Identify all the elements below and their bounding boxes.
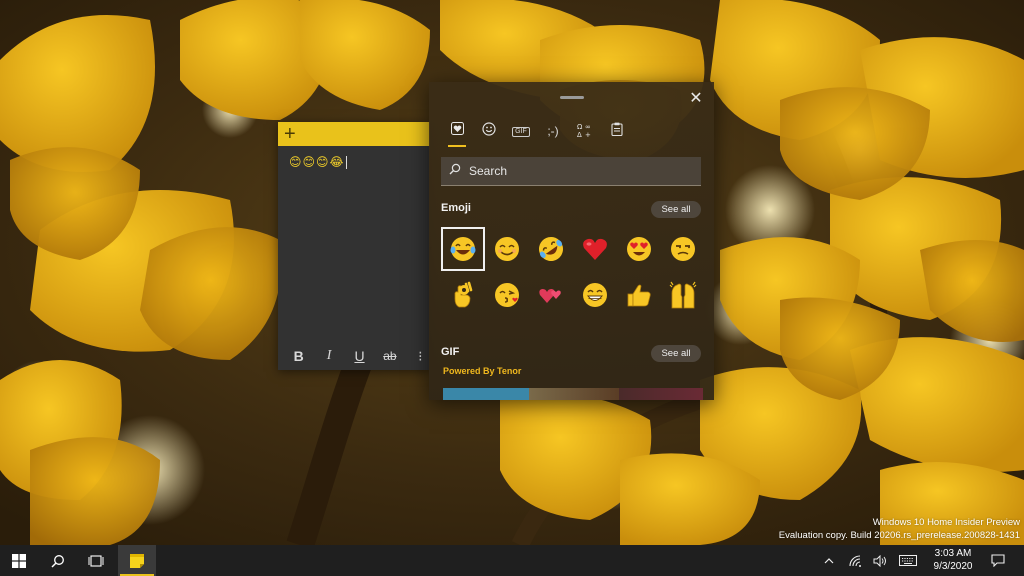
speaker-icon xyxy=(873,554,886,567)
smiley-icon xyxy=(482,122,496,136)
powered-by-tenor-link[interactable]: Powered By Tenor xyxy=(443,366,521,376)
rolling-laughing-emoji[interactable] xyxy=(529,227,573,271)
windows-logo-icon xyxy=(12,553,26,568)
bold-button[interactable]: B xyxy=(289,348,308,364)
keyboard-icon xyxy=(899,555,917,566)
tab-recent[interactable] xyxy=(441,122,473,147)
thumbs-up-emoji-icon xyxy=(627,284,651,307)
tears-of-joy-emoji-icon xyxy=(450,237,476,261)
clock-time: 3:03 AM xyxy=(934,548,972,559)
emoji-panel: ✕ GIF ;-) Ω ∞ Δ + Search Emoji See all G… xyxy=(429,82,714,400)
tab-kaomoji[interactable]: ;-) xyxy=(537,122,569,142)
start-button[interactable] xyxy=(0,545,38,576)
gif-section-title: GIF xyxy=(441,346,460,358)
emoji-search-input[interactable] xyxy=(467,161,691,181)
symbols-icon: Ω ∞ Δ + xyxy=(577,123,591,139)
sticky-note-editor[interactable]: 😊😊😊😂 xyxy=(278,146,430,178)
gif-thumbnail[interactable] xyxy=(443,388,529,400)
thumbs-up-emoji[interactable] xyxy=(617,273,661,317)
sticky-note-window: + 😊😊😊😂 B I U ab ⁝ xyxy=(278,122,430,370)
red-heart-emoji-icon xyxy=(583,238,607,260)
sticky-note-title-bar[interactable]: + xyxy=(278,122,430,146)
two-hearts-emoji-icon xyxy=(539,288,561,303)
heart-eyes-emoji-icon xyxy=(627,237,651,261)
tab-symbols[interactable]: Ω ∞ Δ + xyxy=(569,122,601,142)
rolling-laughing-emoji-icon xyxy=(539,237,563,261)
clock-button[interactable]: 3:03 AM 9/3/2020 xyxy=(922,547,984,573)
grinning-face-emoji-icon xyxy=(583,283,607,307)
emoji-see-all-button[interactable]: See all xyxy=(651,201,701,218)
show-hidden-icons-button[interactable] xyxy=(820,545,838,576)
smiling-face-emoji-icon xyxy=(495,237,519,261)
strikethrough-button[interactable]: ab xyxy=(380,349,399,363)
grinning-face-emoji[interactable] xyxy=(573,273,617,317)
notifications-icon xyxy=(991,554,1005,567)
sticky-notes-taskbar-button[interactable] xyxy=(118,545,156,576)
unamused-face-emoji-icon xyxy=(671,237,695,261)
touch-keyboard-button[interactable] xyxy=(896,545,920,576)
emoji-search-box[interactable] xyxy=(441,157,701,186)
kissing-face-emoji-icon xyxy=(495,283,519,307)
task-view-button[interactable] xyxy=(77,545,115,576)
svg-text:+: + xyxy=(585,131,591,138)
network-button[interactable] xyxy=(846,545,866,576)
unamused-face-emoji[interactable] xyxy=(661,227,705,271)
volume-button[interactable] xyxy=(870,545,890,576)
two-hearts-emoji[interactable] xyxy=(529,273,573,317)
gif-see-all-button[interactable]: See all xyxy=(651,345,701,362)
add-note-button[interactable]: + xyxy=(284,123,296,145)
kaomoji-icon: ;-) xyxy=(547,124,559,138)
ok-hand-emoji-icon xyxy=(454,281,473,308)
svg-text:Ω: Ω xyxy=(577,123,583,131)
search-icon xyxy=(51,554,64,568)
bullet-list-button[interactable]: ⁝ xyxy=(411,348,430,365)
tab-clipboard[interactable] xyxy=(601,122,633,142)
action-center-button[interactable] xyxy=(986,545,1010,576)
underline-button[interactable]: U xyxy=(350,348,369,364)
ok-hand-emoji[interactable] xyxy=(441,273,485,317)
search-button[interactable] xyxy=(39,545,77,576)
text-caret xyxy=(345,156,347,170)
tears-of-joy-emoji[interactable] xyxy=(441,227,485,271)
clipboard-icon xyxy=(611,122,623,137)
wifi-icon xyxy=(849,554,861,567)
emoji-section-title: Emoji xyxy=(441,202,471,214)
gif-thumbnail[interactable] xyxy=(529,388,619,400)
watermark-build: Evaluation copy. Build 20206.rs_prerelea… xyxy=(778,530,1020,541)
raising-hands-emoji[interactable] xyxy=(661,273,705,317)
watermark-edition: Windows 10 Home Insider Preview xyxy=(872,517,1020,528)
sticky-note-content: 😊😊😊😂 xyxy=(289,155,345,169)
tab-emoji[interactable] xyxy=(473,122,505,142)
taskbar: 3:03 AM 9/3/2020 xyxy=(0,545,1024,576)
drag-handle[interactable] xyxy=(560,96,584,99)
sticky-note-format-toolbar: B I U ab ⁝ xyxy=(278,342,430,370)
red-heart-emoji[interactable] xyxy=(573,227,617,271)
search-icon xyxy=(449,163,461,175)
svg-text:∞: ∞ xyxy=(585,123,591,131)
emoji-panel-tabs: GIF ;-) Ω ∞ Δ + xyxy=(441,122,633,147)
heart-recent-icon xyxy=(450,122,464,135)
smiling-face-emoji[interactable] xyxy=(485,227,529,271)
sticky-notes-icon xyxy=(130,553,144,568)
tab-gif[interactable]: GIF xyxy=(505,122,537,142)
gif-thumbnails xyxy=(443,388,703,400)
heart-eyes-emoji[interactable] xyxy=(617,227,661,271)
svg-text:Δ: Δ xyxy=(577,131,582,138)
windows-watermark: Windows 10 Home Insider Preview Evaluati… xyxy=(779,516,1020,542)
raising-hands-emoji-icon xyxy=(669,281,697,309)
chevron-up-icon xyxy=(824,557,834,563)
italic-button[interactable]: I xyxy=(319,348,338,364)
gif-icon: GIF xyxy=(512,126,530,137)
clock-date: 9/3/2020 xyxy=(933,561,973,572)
close-button[interactable]: ✕ xyxy=(687,90,705,108)
task-view-icon xyxy=(88,554,104,567)
gif-thumbnail[interactable] xyxy=(619,388,703,400)
kissing-face-emoji[interactable] xyxy=(485,273,529,317)
